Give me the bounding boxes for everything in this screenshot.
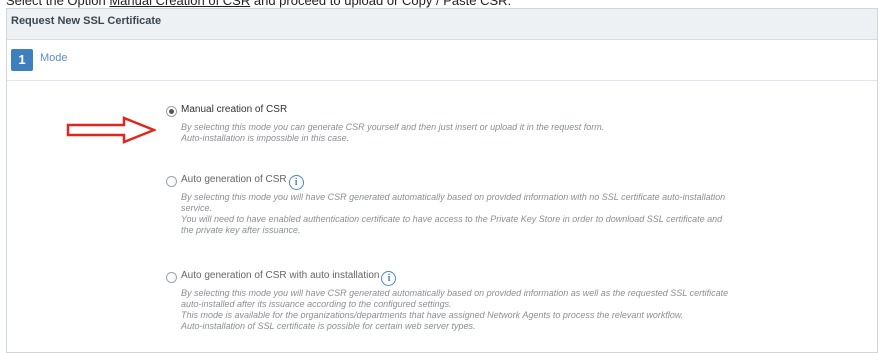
red-arrow-icon	[66, 116, 156, 144]
description-line: By selecting this mode you can generate …	[181, 122, 605, 132]
option-auto-csr-install[interactable]: Auto generation of CSR with auto install…	[166, 270, 871, 332]
option-description: By selecting this mode you will have CSR…	[181, 192, 871, 236]
option-title[interactable]: Manual creation of CSR	[181, 104, 287, 115]
instruction-text: Select the Option Manual Creation of CSR…	[6, 0, 876, 8]
instruction-prefix: Select the Option	[6, 0, 110, 8]
step-number-badge: 1	[11, 49, 33, 71]
info-icon[interactable]: i	[288, 175, 304, 190]
description-line: You will need to have enabled authentica…	[181, 214, 723, 224]
option-title[interactable]: Auto generation of CSR	[181, 174, 287, 185]
option-description: By selecting this mode you will have CSR…	[181, 288, 871, 332]
option-title[interactable]: Auto generation of CSR with auto install…	[181, 270, 379, 281]
option-description: By selecting this mode you can generate …	[181, 122, 871, 144]
step-row: 1 Mode	[7, 40, 877, 81]
instruction-link: Manual Creation of CSR	[109, 0, 251, 8]
radio-auto-csr-install[interactable]	[166, 272, 177, 283]
description-line: This mode is available for the organizat…	[181, 310, 684, 320]
description-line: Auto-installation of SSL certificate is …	[181, 321, 476, 331]
description-line: auto-installed after its issuance accord…	[181, 299, 452, 309]
radio-manual-csr[interactable]	[166, 106, 177, 117]
option-manual-csr[interactable]: Manual creation of CSR By selecting this…	[166, 104, 871, 144]
instruction-suffix: and proceed to upload or Copy / Paste CS…	[250, 0, 512, 8]
info-icon[interactable]: i	[381, 271, 397, 286]
step-label: Mode	[40, 52, 68, 64]
option-auto-csr[interactable]: Auto generation of CSR i By selecting thi…	[166, 174, 871, 236]
description-line: By selecting this mode you will have CSR…	[181, 288, 729, 298]
panel-title: Request New SSL Certificate	[7, 9, 877, 40]
description-line: By selecting this mode you will have CSR…	[181, 192, 726, 202]
option-title-wrap[interactable]: Auto generation of CSR with auto install…	[181, 270, 397, 286]
description-line: Auto-installation is impossible in this …	[181, 133, 350, 143]
option-title-wrap[interactable]: Auto generation of CSR i	[181, 174, 304, 190]
radio-auto-csr[interactable]	[166, 176, 177, 187]
description-line: the private key after issuance.	[181, 225, 301, 235]
description-line: service.	[181, 203, 213, 213]
